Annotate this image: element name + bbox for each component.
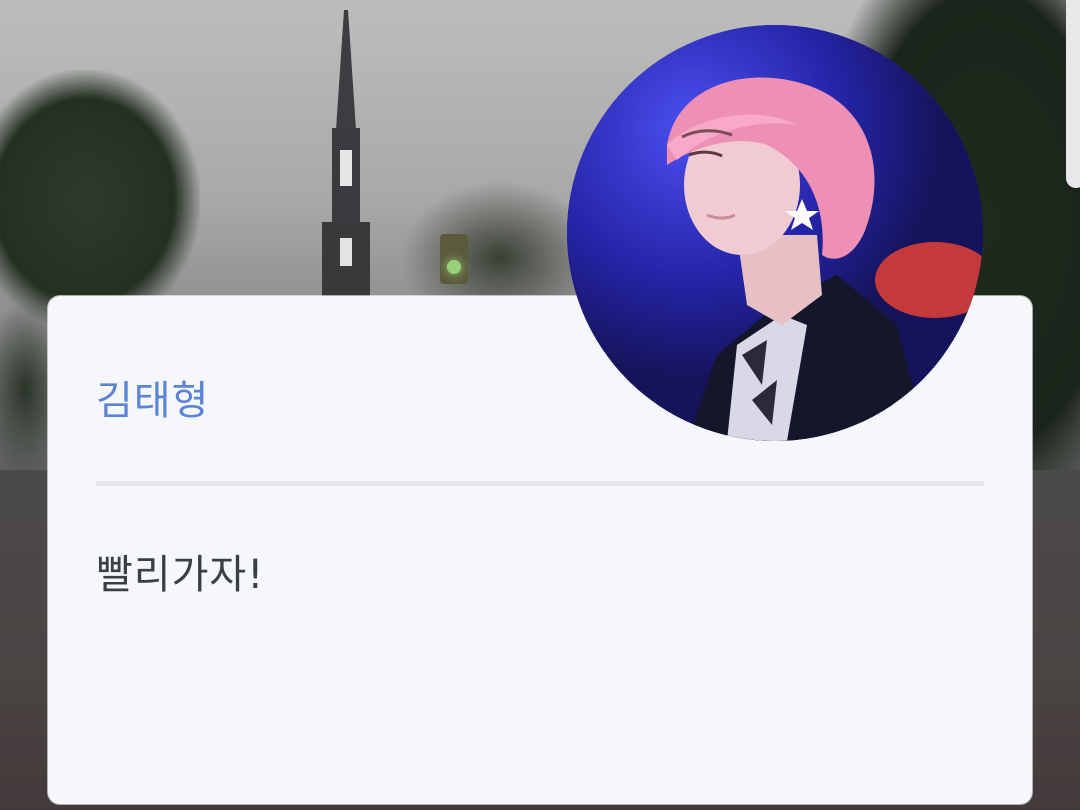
church-steeple: [322, 10, 370, 300]
profile-message: 빨리가자!: [96, 552, 265, 598]
profile-screen: 김태형 빨리가자!: [0, 0, 1080, 810]
divider: [96, 481, 984, 486]
profile-name: 김태형: [96, 378, 210, 424]
traffic-light: [440, 234, 468, 284]
avatar[interactable]: [567, 25, 983, 441]
traffic-light-lamp: [447, 260, 461, 274]
tree-left: [0, 70, 200, 330]
avatar-photo: [567, 25, 983, 441]
scrollbar-thumb[interactable]: [1066, 0, 1080, 188]
